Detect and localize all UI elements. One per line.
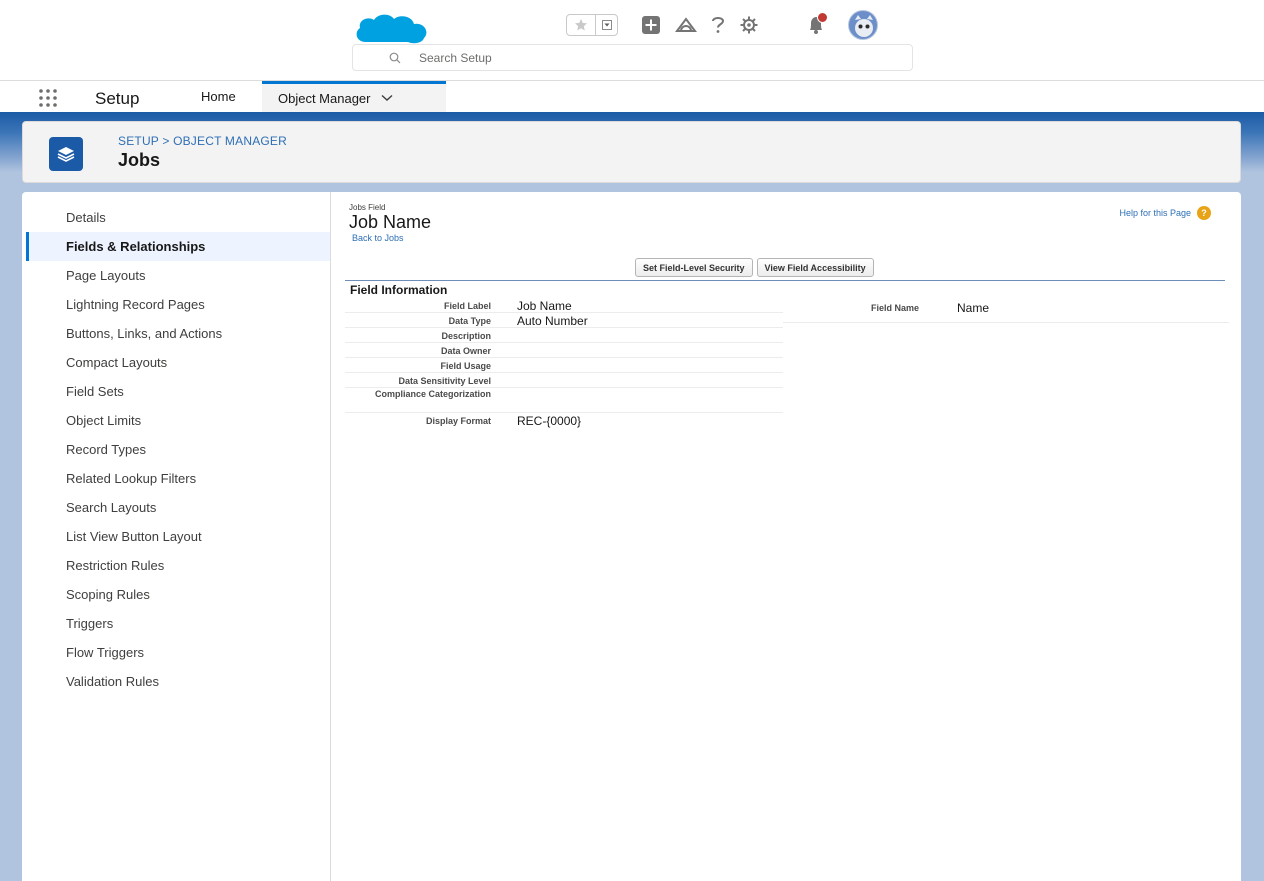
section-title: Field Information bbox=[350, 283, 448, 297]
sidebar-item-label: Search Layouts bbox=[66, 500, 157, 515]
field-title: Job Name bbox=[349, 212, 432, 232]
tab-home[interactable]: Home bbox=[201, 81, 236, 112]
object-layers-icon bbox=[49, 137, 83, 171]
sidebar-item-lightning-record-pages[interactable]: Lightning Record Pages bbox=[26, 290, 330, 319]
field-row-label: Description bbox=[441, 331, 491, 341]
sidebar-item-list-view-button-layout[interactable]: List View Button Layout bbox=[26, 522, 330, 551]
sidebar-item-label: Field Sets bbox=[66, 384, 124, 399]
field-row-label: Compliance Categorization bbox=[374, 389, 491, 399]
global-header bbox=[0, 0, 1264, 80]
sidebar-item-label: Restriction Rules bbox=[66, 558, 165, 573]
sidebar-item-validation-rules[interactable]: Validation Rules bbox=[26, 667, 330, 696]
chevron-down-icon[interactable] bbox=[381, 94, 393, 102]
sidebar-item-label: Buttons, Links, and Actions bbox=[66, 326, 223, 341]
sidebar-item-label: Compact Layouts bbox=[66, 355, 168, 370]
sidebar-item-label: Triggers bbox=[66, 616, 114, 631]
field-row-label: Data Owner bbox=[440, 346, 491, 356]
sidebar-item-label: Page Layouts bbox=[66, 268, 146, 283]
field-row-field-label: Field Label Job Name bbox=[345, 299, 783, 313]
sidebar-item-fields-relationships[interactable]: Fields & Relationships bbox=[26, 232, 330, 261]
sidebar-item-details[interactable]: Details bbox=[26, 203, 330, 232]
trailhead-guidance-icon[interactable] bbox=[673, 12, 699, 38]
app-launcher-waffle-icon[interactable] bbox=[38, 88, 58, 108]
field-row-field-usage: Field Usage bbox=[345, 359, 783, 373]
sidebar-item-related-lookup-filters[interactable]: Related Lookup Filters bbox=[26, 464, 330, 493]
salesforce-cloud-logo[interactable] bbox=[352, 12, 430, 46]
sidebar-item-label: Fields & Relationships bbox=[66, 239, 206, 254]
sidebar-item-label: Flow Triggers bbox=[66, 645, 145, 660]
field-row-data-owner: Data Owner bbox=[345, 344, 783, 358]
field-row-value: Auto Number bbox=[517, 314, 588, 328]
field-row-data-type: Data Type Auto Number bbox=[345, 314, 783, 328]
tab-object-manager[interactable]: Object Manager bbox=[262, 81, 446, 112]
search-icon bbox=[389, 52, 401, 64]
sidebar-item-label: Lightning Record Pages bbox=[66, 297, 205, 312]
object-manager-sidebar: Details Fields & Relationships Page Layo… bbox=[22, 192, 331, 881]
favorites-dropdown-icon[interactable] bbox=[596, 15, 617, 35]
sidebar-item-label: Scoping Rules bbox=[66, 587, 150, 602]
search-box bbox=[352, 44, 913, 71]
help-link-label: Help for this Page bbox=[1119, 208, 1191, 218]
user-avatar[interactable] bbox=[848, 10, 878, 40]
sidebar-item-triggers[interactable]: Triggers bbox=[26, 609, 330, 638]
help-question-icon[interactable] bbox=[705, 12, 731, 38]
help-circle-icon: ? bbox=[1197, 206, 1211, 220]
field-row-value: REC-{0000} bbox=[517, 414, 582, 428]
app-name: Setup bbox=[95, 89, 140, 108]
favorite-star-icon[interactable] bbox=[567, 15, 597, 35]
object-field-label: Jobs Field bbox=[349, 203, 386, 212]
field-row-label: Data Type bbox=[448, 316, 491, 326]
field-row-compliance-categorization: Compliance Categorization bbox=[345, 389, 783, 413]
sidebar-item-label: List View Button Layout bbox=[66, 529, 202, 544]
field-row-value: Name bbox=[957, 301, 990, 315]
field-row-label: Field Label bbox=[443, 301, 491, 311]
global-actions-plus-icon[interactable] bbox=[638, 12, 664, 38]
sidebar-item-label: Validation Rules bbox=[66, 674, 159, 689]
field-row-description: Description bbox=[345, 329, 783, 343]
field-row-display-format: Display Format REC-{0000} bbox=[345, 414, 783, 428]
field-action-buttons: Set Field-Level Security View Field Acce… bbox=[635, 258, 874, 277]
field-row-field-name: Field Name Name bbox=[783, 299, 1229, 323]
section-divider bbox=[345, 280, 1225, 281]
breadcrumb[interactable]: SETUP > OBJECT MANAGER bbox=[118, 134, 287, 148]
search-setup-input[interactable] bbox=[419, 48, 889, 68]
field-row-label: Display Format bbox=[425, 416, 491, 426]
set-field-level-security-button[interactable]: Set Field-Level Security bbox=[635, 258, 753, 277]
sidebar-item-page-layouts[interactable]: Page Layouts bbox=[26, 261, 330, 290]
view-field-accessibility-button[interactable]: View Field Accessibility bbox=[756, 258, 874, 277]
object-page-header: SETUP > OBJECT MANAGER Jobs bbox=[22, 121, 1241, 183]
app-navigation-bar: Setup Home Object Manager bbox=[0, 80, 1264, 112]
field-row-value: Job Name bbox=[517, 299, 572, 313]
sidebar-item-label: Record Types bbox=[66, 442, 146, 457]
setup-gear-icon[interactable] bbox=[736, 12, 762, 38]
back-to-jobs-link[interactable]: Back to Jobs bbox=[352, 233, 404, 243]
favorites-group bbox=[566, 14, 618, 36]
field-row-data-sensitivity-level: Data Sensitivity Level bbox=[345, 374, 783, 388]
page-title: Jobs bbox=[118, 150, 161, 170]
sidebar-item-label: Related Lookup Filters bbox=[66, 471, 197, 486]
sidebar-item-record-types[interactable]: Record Types bbox=[26, 435, 330, 464]
sidebar-item-scoping-rules[interactable]: Scoping Rules bbox=[26, 580, 330, 609]
sidebar-item-compact-layouts[interactable]: Compact Layouts bbox=[26, 348, 330, 377]
sidebar-item-flow-triggers[interactable]: Flow Triggers bbox=[26, 638, 330, 667]
sidebar-item-buttons-links-actions[interactable]: Buttons, Links, and Actions bbox=[26, 319, 330, 348]
sidebar-item-object-limits[interactable]: Object Limits bbox=[26, 406, 330, 435]
tab-object-manager-label: Object Manager bbox=[278, 90, 371, 106]
sidebar-item-label: Object Limits bbox=[66, 413, 142, 428]
field-row-label: Field Usage bbox=[440, 361, 491, 371]
sidebar-item-search-layouts[interactable]: Search Layouts bbox=[26, 493, 330, 522]
content-card: Details Fields & Relationships Page Layo… bbox=[22, 192, 1241, 881]
sidebar-item-restriction-rules[interactable]: Restriction Rules bbox=[26, 551, 330, 580]
notifications-bell-icon[interactable] bbox=[803, 12, 829, 38]
field-row-label: Field Name bbox=[871, 303, 920, 313]
field-row-label: Data Sensitivity Level bbox=[398, 376, 491, 386]
notification-badge bbox=[817, 12, 828, 23]
sidebar-item-field-sets[interactable]: Field Sets bbox=[26, 377, 330, 406]
field-detail-panel: Jobs Field Job Name Back to Jobs Help fo… bbox=[345, 192, 1229, 881]
sidebar-item-label: Details bbox=[66, 210, 106, 225]
tab-home-label: Home bbox=[201, 89, 236, 104]
help-for-this-page-link[interactable]: Help for this Page ? bbox=[1119, 206, 1211, 220]
